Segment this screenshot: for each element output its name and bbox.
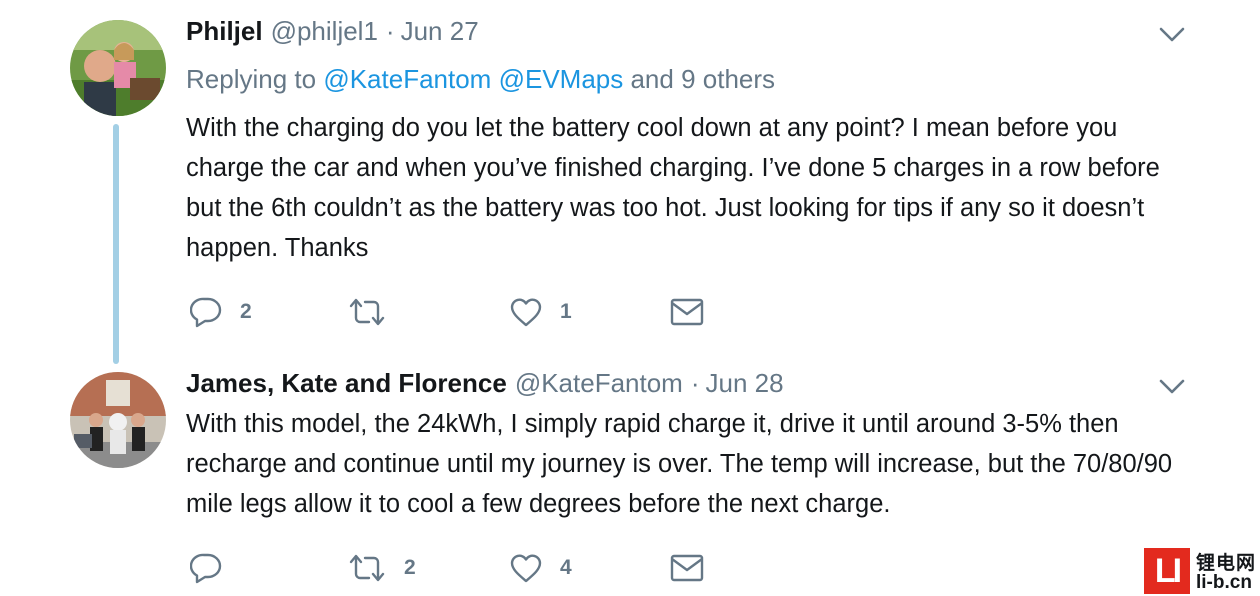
like-count: 4 <box>560 556 572 579</box>
avatar[interactable] <box>70 20 166 116</box>
watermark-logo: LI <box>1144 548 1190 594</box>
avatar-photo <box>70 20 166 116</box>
watermark-url: li-b.cn <box>1196 572 1252 593</box>
retweet-icon <box>349 554 385 582</box>
watermark: LI 锂电网 li-b.cn <box>1142 548 1260 596</box>
replying-others[interactable]: and 9 others <box>630 64 775 94</box>
tweet-philjel[interactable]: Philjel @philjel1 · Jun 27 Replying to @Kat… <box>0 0 1260 364</box>
replying-to: Replying to @KateFantom @EVMaps and 9 ot… <box>186 64 775 95</box>
like-icon <box>510 554 542 583</box>
tweet-header: Philjel @philjel1 · Jun 27 <box>186 16 479 47</box>
replying-label: Replying to <box>186 64 317 94</box>
reply-icon <box>190 553 222 584</box>
watermark-site-name: 锂电网 <box>1196 553 1257 574</box>
direct-message-button[interactable] <box>670 292 704 332</box>
avatar[interactable] <box>70 372 166 468</box>
tweet-actions: 2 4 <box>186 548 886 588</box>
user-handle[interactable]: @KateFantom <box>515 368 683 398</box>
reply-button[interactable]: 2 <box>190 292 252 332</box>
user-handle[interactable]: @philjel1 <box>271 16 378 46</box>
like-button[interactable]: 1 <box>510 292 572 332</box>
tweet-text: With the charging do you let the battery… <box>186 114 1167 262</box>
separator-dot: · <box>690 368 700 398</box>
tweet-text: With this model, the 24kWh, I simply rap… <box>186 410 1180 518</box>
reply-count: 2 <box>240 300 252 323</box>
separator-dot: · <box>385 16 395 46</box>
tweet-header: James, Kate and Florence @KateFantom · Jun … <box>186 368 784 399</box>
thread-line <box>113 124 119 364</box>
direct-message-button[interactable] <box>670 548 704 588</box>
tweet-date[interactable]: Jun 27 <box>401 16 479 46</box>
retweet-count: 2 <box>404 556 416 579</box>
message-icon <box>670 554 704 582</box>
reply-icon <box>190 297 222 328</box>
like-icon <box>510 298 542 327</box>
like-button[interactable]: 4 <box>510 548 572 588</box>
reply-button[interactable] <box>190 548 240 588</box>
mention-evmaps[interactable]: @EVMaps <box>499 64 624 94</box>
display-name[interactable]: Philjel <box>186 16 263 46</box>
chevron-down-icon[interactable] <box>1158 378 1186 396</box>
message-icon <box>670 298 704 326</box>
tweet-actions: 2 1 <box>186 292 886 332</box>
like-count: 1 <box>560 300 572 323</box>
display-name[interactable]: James, Kate and Florence <box>186 368 507 398</box>
avatar-photo <box>70 372 166 468</box>
tweet-date[interactable]: Jun 28 <box>706 368 784 398</box>
mention-katefantom[interactable]: @KateFantom <box>323 64 491 94</box>
retweet-button[interactable] <box>348 292 404 332</box>
chevron-down-icon[interactable] <box>1158 26 1186 44</box>
retweet-icon <box>349 298 385 326</box>
retweet-button[interactable]: 2 <box>348 548 416 588</box>
tweet-katefantom[interactable]: James, Kate and Florence @KateFantom · Jun … <box>0 352 1260 596</box>
